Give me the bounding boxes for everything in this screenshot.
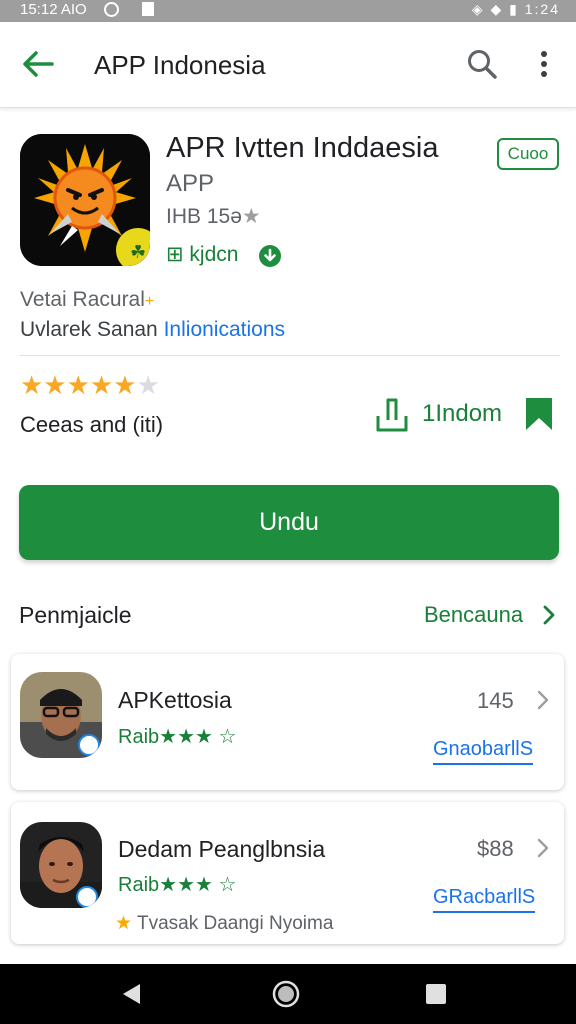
item-rating: Raib★★★ ☆ — [118, 724, 236, 749]
online-badge-icon — [76, 886, 98, 908]
item-title: APKettosia — [118, 687, 232, 713]
item-rating-stars: ★★★ — [159, 726, 213, 748]
chevron-right-icon[interactable] — [535, 688, 551, 712]
app-size-star-icon: ★ — [241, 205, 261, 228]
app-subtitle: APP — [166, 170, 215, 197]
item-rating: Raib★★★ ☆ — [118, 872, 236, 897]
rating-star-empty: ★ — [136, 370, 160, 400]
more-options-icon[interactable] — [530, 46, 558, 82]
item-note: ★ Tvasak Daangi Nyoima — [115, 912, 333, 935]
rating-stars: ★★★★★★ — [20, 370, 160, 401]
section-see-more-link[interactable]: Bencauna — [424, 602, 523, 628]
list-item[interactable]: APKettosia Raib★★★ ☆ 145 GnaobarllS — [11, 654, 564, 790]
divider — [20, 355, 560, 356]
install-button[interactable]: Undu — [19, 485, 559, 560]
chevron-right-icon[interactable] — [540, 603, 558, 627]
status-time: 15:12 AIO — [20, 1, 87, 18]
sun-logo-icon: ☘ — [20, 134, 150, 266]
back-arrow-icon[interactable] — [20, 46, 56, 82]
list-item[interactable]: Dedam Peanglbnsia Raib★★★ ☆ $88 GRacbarl… — [11, 802, 564, 944]
info-link[interactable]: Inlionications — [164, 318, 285, 341]
chevron-right-icon[interactable] — [535, 836, 551, 860]
install-count: 1Indom — [422, 400, 503, 427]
page-title: APP Indonesia — [94, 50, 266, 80]
verified-check-icon — [259, 245, 281, 267]
online-badge-icon — [78, 734, 100, 756]
note-star-icon: ★ — [115, 913, 133, 934]
install-icon — [376, 398, 408, 432]
sync-icon — [104, 2, 119, 17]
app-bar: APP Indonesia — [0, 22, 576, 108]
item-rating-text: Raib — [118, 874, 160, 896]
app-name: APR Ivtten Inddaesia — [166, 132, 439, 164]
item-rating-text: Raib — [118, 726, 160, 748]
developer-link[interactable]: ⊞ kjdcn — [166, 242, 238, 267]
status-bar: 15:12 AIO ◈ ◆ ▮ 1:24 — [0, 0, 576, 22]
app-icon: ☘ — [20, 134, 150, 266]
rating-label: Ceeas and (iti) — [20, 412, 164, 437]
system-nav-bar — [0, 964, 576, 1024]
item-price: $88 — [477, 836, 514, 861]
section-title: Penmjaicle — [19, 602, 132, 628]
status-indicators: ◈ ◆ ▮ 1:24 — [471, 1, 560, 17]
app-tagline-text: Vetai Racural — [20, 288, 145, 311]
item-price: 145 — [477, 688, 514, 713]
app-description: Uvlarek Sanan Inlionications — [20, 318, 285, 342]
sparkle-icon: + — [144, 293, 155, 310]
notification-icon — [142, 2, 154, 16]
item-link[interactable]: GnaobarllS — [433, 738, 534, 765]
item-rating-star-outline: ☆ — [218, 874, 237, 896]
bookmark-icon[interactable] — [524, 396, 554, 432]
app-description-text: Uvlarek Sanan — [20, 318, 158, 341]
item-rating-star-outline: ☆ — [218, 726, 237, 748]
item-link[interactable]: GRacbarllS — [433, 886, 536, 913]
app-size: IHB 15ə★ — [166, 204, 261, 229]
nav-home-icon[interactable] — [272, 980, 300, 1008]
item-rating-stars: ★★★ — [159, 874, 213, 896]
avatar — [20, 672, 102, 758]
search-icon[interactable] — [464, 46, 500, 82]
item-note-text: Tvasak Daangi Nyoima — [136, 913, 334, 934]
app-tagline: Vetai Racural+ — [20, 288, 154, 312]
avatar — [20, 822, 102, 908]
app-size-text: IHB 15ə — [166, 205, 242, 228]
nav-recents-icon[interactable] — [425, 983, 447, 1005]
nav-back-icon[interactable] — [120, 982, 144, 1006]
content-badge: Cuoo — [497, 138, 559, 170]
svg-text:☘: ☘ — [130, 242, 146, 263]
item-title: Dedam Peanglbnsia — [118, 836, 326, 862]
rating-stars-filled: ★★★★★ — [20, 370, 137, 400]
